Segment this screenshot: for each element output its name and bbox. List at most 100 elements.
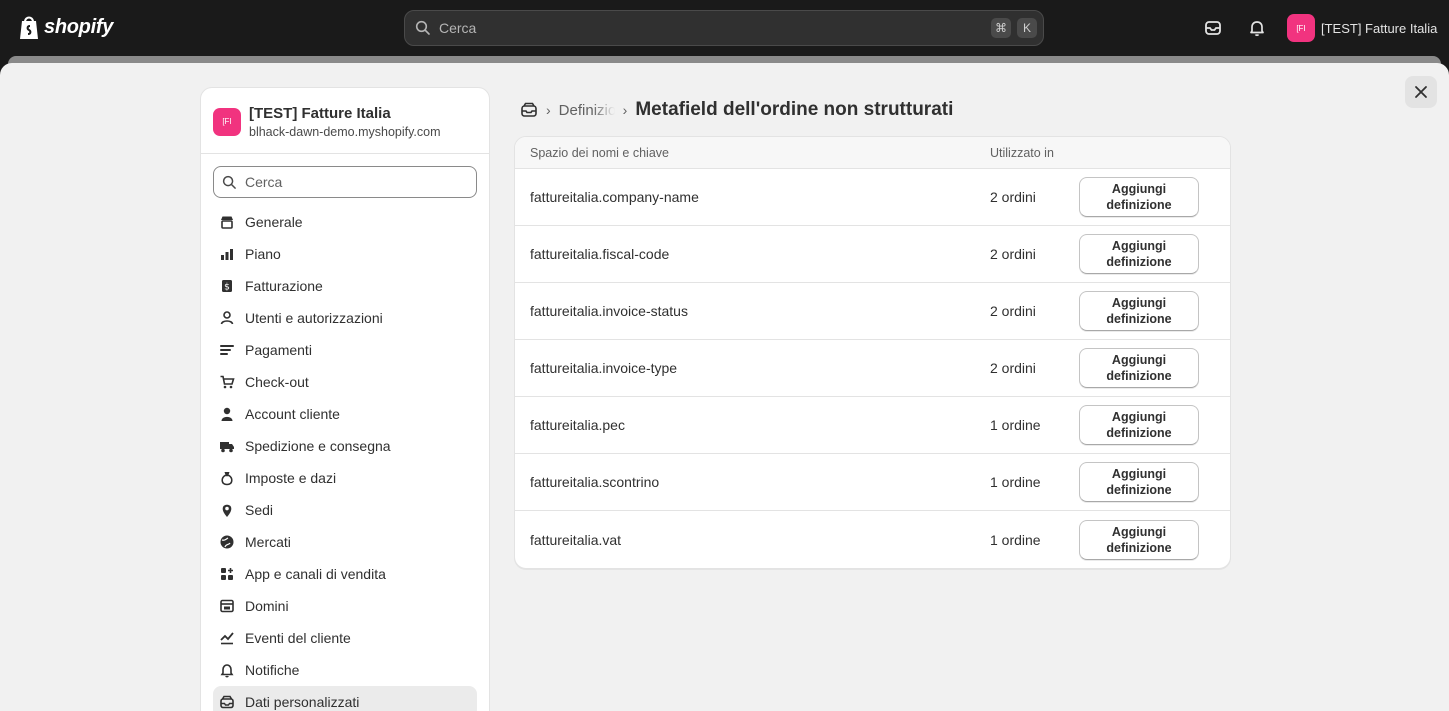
truck-icon <box>220 442 234 453</box>
metafield-key: fattureitalia.pec <box>530 417 625 433</box>
sidebar-item-pagamenti[interactable]: Pagamenti <box>213 334 477 366</box>
usage-count: 2 ordini <box>990 246 1036 262</box>
sidebar-item-label: Sedi <box>245 502 274 518</box>
sidebar-item-label: Notifiche <box>245 662 300 678</box>
table-row: fattureitalia.scontrino 1 ordine Aggiungi … <box>515 454 1230 511</box>
sidebar-item-label: Check-out <box>245 374 309 390</box>
store-name: [TEST] Fatture Italia <box>1321 20 1438 36</box>
table-row: fattureitalia.pec 1 ordine Aggiungi defini… <box>515 397 1230 454</box>
add-definition-button[interactable]: Aggiungi definizione <box>1079 348 1199 388</box>
domain-icon <box>220 599 234 613</box>
shopify-bag-icon <box>20 16 38 39</box>
metafield-key: fattureitalia.fiscal-code <box>530 246 670 262</box>
globe-icon <box>220 535 234 549</box>
database-icon[interactable] <box>520 101 538 119</box>
metafield-key: fattureitalia.company-name <box>530 189 699 205</box>
close-button[interactable] <box>1405 76 1437 108</box>
sidebar-item-label: Mercati <box>245 534 291 550</box>
sidebar-item-label: Eventi del cliente <box>245 630 351 646</box>
add-definition-button[interactable]: Aggiungi definizione <box>1079 291 1199 331</box>
shop-header: [FI [TEST] Fatture Italia blhack-dawn-de… <box>201 88 489 154</box>
shop-avatar: [FI <box>213 107 241 136</box>
cart-icon <box>220 375 235 389</box>
breadcrumb-link-definitions[interactable]: Definizioni <box>559 102 615 119</box>
location-pin-icon <box>222 504 232 517</box>
sidebar-item-label: Piano <box>245 246 281 262</box>
usage-count: 1 ordine <box>990 531 1041 548</box>
breadcrumb: › Definizioni › Metafield dell'ordine no… <box>520 99 953 121</box>
store-switcher[interactable]: [FI [TEST] Fatture Italia <box>1287 14 1437 42</box>
chevron-right-icon: › <box>622 102 628 118</box>
table-body: fattureitalia.company-name 2 ordini Aggiun… <box>515 169 1230 568</box>
table-header: Spazio dei nomi e chiave Utilizzato in <box>515 137 1230 169</box>
usage-count: 2 ordini <box>990 189 1036 205</box>
sidebar-item-dati-personalizzati[interactable]: Dati personalizzati <box>213 686 477 711</box>
users-icon <box>220 311 234 325</box>
sidebar-item-sedi[interactable]: Sedi <box>213 494 477 526</box>
sidebar-item-label: Spedizione e consegna <box>245 438 391 454</box>
sidebar-item-check-out[interactable]: Check-out <box>213 366 477 398</box>
settings-nav: Generale Piano $ Fatturazione Utenti e autor… <box>201 206 489 711</box>
shopify-logo[interactable]: shopify <box>18 14 113 40</box>
sidebar-item-utenti-e-autorizzazioni[interactable]: Utenti e autorizzazioni <box>213 302 477 334</box>
sidebar-item-imposte-e-dazi[interactable]: Imposte e dazi <box>213 462 477 494</box>
brand-name: shopify <box>44 15 114 38</box>
sidebar-item-label: Dati personalizzati <box>245 694 360 710</box>
table-row: fattureitalia.company-name 2 ordini Aggiun… <box>515 169 1230 226</box>
usage-count: 1 ordine <box>990 474 1041 490</box>
add-definition-button[interactable]: Aggiungi definizione <box>1079 177 1199 217</box>
events-icon <box>220 632 234 645</box>
sidebar-item-label: Utenti e autorizzazioni <box>245 310 383 326</box>
shop-domain: blhack-dawn-demo.myshopify.com <box>249 124 441 139</box>
sidebar-item-label: Fatturazione <box>245 278 323 294</box>
table-row: fattureitalia.vat 1 ordine Aggiungi defini… <box>515 511 1230 568</box>
search-placeholder: Cerca <box>439 20 477 36</box>
search-icon <box>415 20 430 35</box>
sidebar-item-label: Imposte e dazi <box>245 470 337 486</box>
sidebar-item-spedizione-e-consegna[interactable]: Spedizione e consegna <box>213 430 477 462</box>
global-search-input[interactable]: Cerca ⌘ K <box>404 10 1044 46</box>
usage-count: 1 ordine <box>990 417 1041 433</box>
sidebar-item-app-e-canali-di-vendita[interactable]: App e canali di vendita <box>213 558 477 590</box>
inbox-icon[interactable] <box>1203 18 1223 38</box>
person-icon <box>221 407 233 421</box>
sidebar-item-mercati[interactable]: Mercati <box>213 526 477 558</box>
billing-icon: $ <box>222 280 232 293</box>
shortcut-key-k: K <box>1017 18 1037 38</box>
payments-icon <box>220 345 234 355</box>
add-definition-button[interactable]: Aggiungi definizione <box>1079 234 1199 274</box>
table-row: fattureitalia.invoice-type 2 ordini Aggiun… <box>515 340 1230 397</box>
bell-icon <box>220 664 234 678</box>
sidebar-item-notifiche[interactable]: Notifiche <box>213 654 477 686</box>
sidebar-item-generale[interactable]: Generale <box>213 206 477 238</box>
settings-sidebar: [FI [TEST] Fatture Italia blhack-dawn-de… <box>200 87 490 711</box>
metafields-table: Spazio dei nomi e chiave Utilizzato in f… <box>514 136 1231 569</box>
sidebar-item-fatturazione[interactable]: $ Fatturazione <box>213 270 477 302</box>
bell-icon[interactable] <box>1247 18 1267 38</box>
top-bar: shopify Cerca ⌘ K [FI [TEST] Fatture Ita… <box>0 0 1449 56</box>
metafield-key: fattureitalia.vat <box>530 531 622 548</box>
chevron-right-icon: › <box>546 102 551 118</box>
shortcut-key-cmd: ⌘ <box>991 18 1011 38</box>
svg-text:$: $ <box>224 283 230 293</box>
plan-chart-icon <box>221 249 233 260</box>
table-row: fattureitalia.invoice-status 2 ordini Aggi… <box>515 283 1230 340</box>
sidebar-item-account-cliente[interactable]: Account cliente <box>213 398 477 430</box>
add-definition-button[interactable]: Aggiungi definizione <box>1079 462 1199 502</box>
shop-name: [TEST] Fatture Italia <box>249 104 391 122</box>
settings-search-placeholder: Cerca <box>245 174 283 190</box>
sidebar-item-label: Generale <box>245 214 303 230</box>
store-icon <box>221 216 233 229</box>
add-definition-button[interactable]: Aggiungi definizione <box>1079 519 1199 560</box>
column-header-used: Utilizzato in <box>990 145 1054 160</box>
sidebar-item-eventi-del-cliente[interactable]: Eventi del cliente <box>213 622 477 654</box>
metafield-key: fattureitalia.invoice-type <box>530 360 678 376</box>
database-icon <box>220 695 234 709</box>
table-row: fattureitalia.fiscal-code 2 ordini Aggiung… <box>515 226 1230 283</box>
sidebar-item-domini[interactable]: Domini <box>213 590 477 622</box>
sidebar-item-piano[interactable]: Piano <box>213 238 477 270</box>
settings-search-input[interactable]: Cerca <box>213 166 477 198</box>
metafield-key: fattureitalia.invoice-status <box>530 303 688 319</box>
store-avatar: [FI <box>1287 14 1315 42</box>
add-definition-button[interactable]: Aggiungi definizione <box>1079 405 1199 445</box>
